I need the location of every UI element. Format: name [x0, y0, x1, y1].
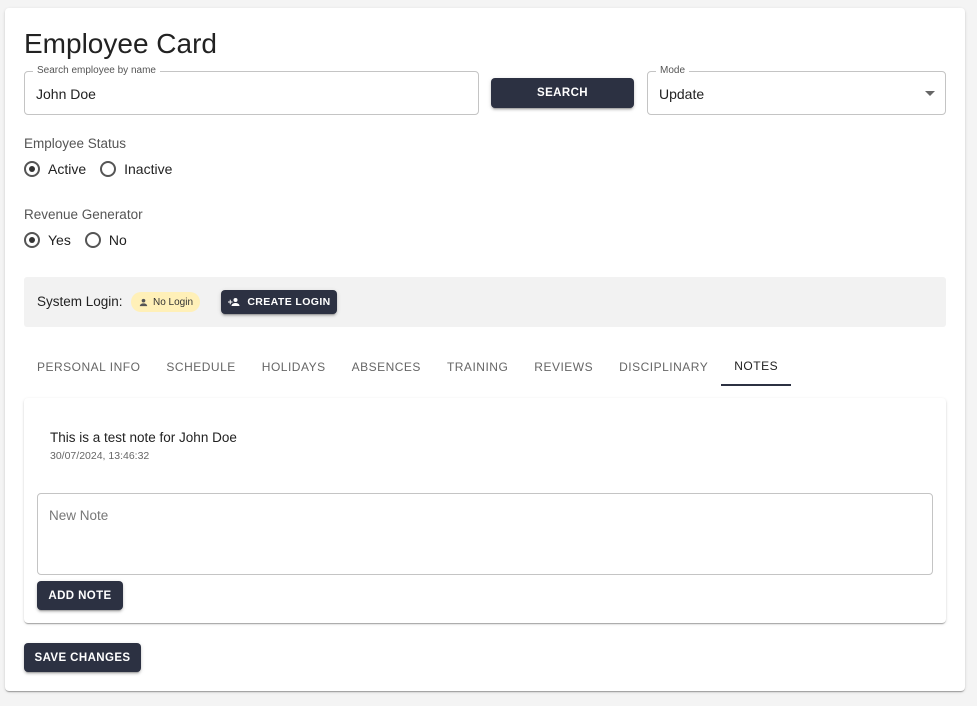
radio-active[interactable]: Active [24, 161, 86, 177]
login-status-badge: No Login [131, 292, 201, 312]
revenue-generator-radio-group: Yes No [24, 232, 141, 248]
radio-yes-label: Yes [48, 232, 71, 248]
new-note-input[interactable] [37, 493, 933, 575]
radio-active-label: Active [48, 161, 87, 177]
tab-bar: PERSONAL INFO SCHEDULE HOLIDAYS ABSENCES… [24, 348, 792, 386]
tab-schedule[interactable]: SCHEDULE [153, 348, 248, 386]
save-changes-button[interactable]: SAVE CHANGES [24, 643, 141, 672]
tab-disciplinary[interactable]: DISCIPLINARY [606, 348, 721, 386]
create-login-button[interactable]: CREATE LOGIN [221, 290, 337, 314]
radio-checked-icon[interactable] [24, 232, 40, 248]
person-icon [139, 298, 148, 306]
system-login-bar: System Login: No Login CREATE LOGIN [24, 277, 946, 327]
tab-notes[interactable]: NOTES [721, 348, 792, 386]
radio-no-label: No [108, 232, 127, 248]
employee-card: Employee Card Search employee by name Jo… [5, 8, 965, 691]
page-title: Employee Card [24, 28, 217, 59]
tab-absences[interactable]: ABSENCES [339, 348, 434, 386]
notes-panel: This is a test note for John Doe 30/07/2… [24, 398, 946, 623]
tab-holidays[interactable]: HOLIDAYS [249, 348, 339, 386]
mode-select-value[interactable]: Update [659, 86, 704, 102]
mode-select-label: Mode [656, 65, 690, 77]
search-input[interactable]: Search employee by name John Doe [24, 65, 479, 115]
radio-checked-icon[interactable] [24, 161, 40, 177]
radio-inactive[interactable]: Inactive [100, 161, 172, 177]
login-status-text: No Login [153, 296, 194, 308]
employee-status-label: Employee Status [24, 136, 127, 151]
note-timestamp: 30/07/2024, 13:46:32 [50, 450, 150, 462]
tab-training[interactable]: TRAINING [434, 348, 521, 386]
tab-reviews[interactable]: REVIEWS [521, 348, 606, 386]
revenue-generator-label: Revenue Generator [24, 207, 143, 222]
add-note-button[interactable]: ADD NOTE [37, 581, 123, 610]
note-text: This is a test note for John Doe [50, 430, 237, 445]
search-input-value[interactable]: John Doe [36, 86, 96, 102]
person-add-icon [228, 298, 240, 306]
tab-personal-info[interactable]: PERSONAL INFO [24, 348, 153, 386]
chevron-down-icon[interactable] [925, 91, 935, 96]
radio-no[interactable]: No [84, 232, 127, 248]
employee-status-radio-group: Active Inactive [24, 161, 186, 177]
mode-select[interactable]: Mode Update [647, 65, 946, 115]
system-login-label: System Login: [37, 294, 123, 309]
radio-unchecked-icon[interactable] [100, 161, 117, 177]
radio-inactive-label: Inactive [124, 161, 173, 177]
create-login-label: CREATE LOGIN [247, 296, 331, 308]
search-button[interactable]: SEARCH [491, 78, 634, 108]
radio-yes[interactable]: Yes [24, 232, 71, 248]
search-input-label: Search employee by name [33, 65, 160, 77]
radio-unchecked-icon[interactable] [84, 232, 101, 248]
